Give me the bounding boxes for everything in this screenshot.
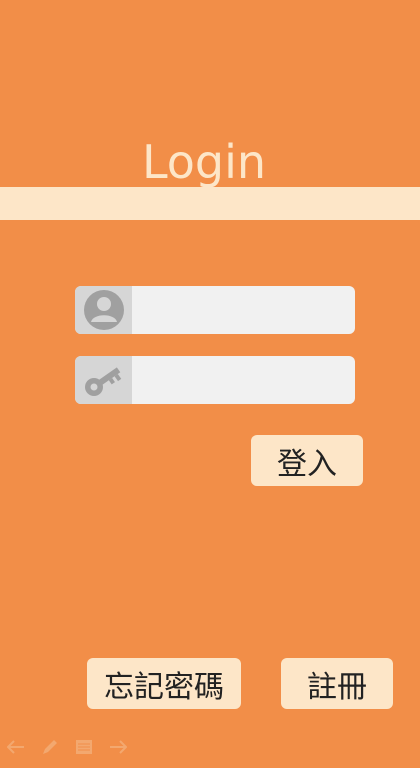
title-band — [0, 187, 420, 220]
password-field[interactable] — [75, 356, 355, 404]
pen-icon[interactable] — [40, 737, 60, 757]
password-input[interactable] — [132, 356, 355, 404]
slideshow-toolbar — [6, 737, 128, 757]
username-field[interactable] — [75, 286, 355, 334]
key-icon — [75, 356, 132, 404]
user-avatar-icon — [75, 286, 132, 334]
username-input[interactable] — [132, 286, 355, 334]
arrow-left-icon[interactable] — [6, 737, 26, 757]
register-button[interactable]: 註冊 — [281, 658, 393, 709]
page-title: Login — [141, 135, 267, 189]
forgot-password-button[interactable]: 忘記密碼 — [87, 658, 241, 709]
arrow-right-icon[interactable] — [108, 737, 128, 757]
menu-icon[interactable] — [74, 737, 94, 757]
login-button[interactable]: 登入 — [251, 435, 363, 486]
